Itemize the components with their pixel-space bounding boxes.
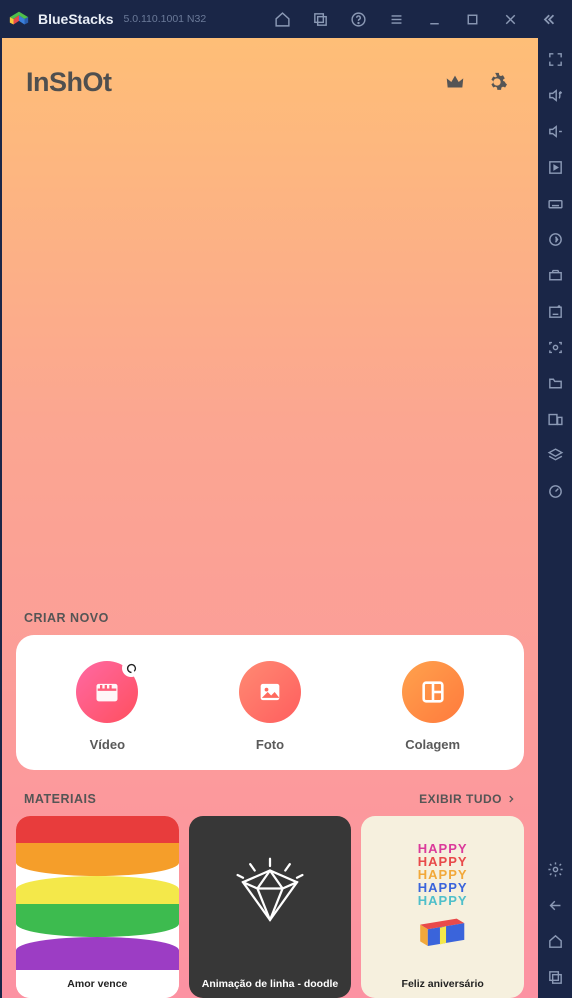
layers-icon[interactable]: [540, 440, 570, 470]
screenshot-icon[interactable]: [540, 332, 570, 362]
create-collage-label: Colagem: [405, 737, 460, 752]
collage-icon: [402, 661, 464, 723]
emulator-titlebar: BlueStacks 5.0.110.1001 N32: [0, 0, 572, 38]
material-preview: [189, 816, 352, 970]
bluestacks-logo-icon: [8, 8, 30, 30]
show-all-label: EXIBIR TUDO: [419, 792, 502, 806]
material-preview: [16, 816, 179, 970]
material-label: Animação de linha - doodle: [189, 970, 352, 998]
app-header: InShOt: [2, 38, 538, 126]
create-video-button[interactable]: Vídeo: [76, 661, 138, 752]
settings-icon[interactable]: [480, 65, 514, 99]
material-card-rainbow[interactable]: Amor vence: [16, 816, 179, 998]
create-video-label: Vídeo: [90, 737, 125, 752]
gear-icon[interactable]: [540, 854, 570, 884]
gift-icon: [412, 911, 474, 949]
badge-dot-icon: [122, 659, 140, 677]
happy-text: HAPPY: [418, 868, 468, 881]
material-label: Amor vence: [16, 970, 179, 998]
create-section-label: CRIAR NOVO: [2, 611, 538, 635]
material-card-birthday[interactable]: HAPPY HAPPY HAPPY HAPPY HAPPY Feliz aniv…: [361, 816, 524, 998]
sync-icon[interactable]: [540, 224, 570, 254]
apk-icon[interactable]: [540, 296, 570, 326]
emulator-sidebar: [538, 38, 572, 998]
folder-icon[interactable]: [540, 368, 570, 398]
happy-text: HAPPY: [418, 881, 468, 894]
nav-recent-icon[interactable]: [540, 962, 570, 992]
video-icon: [76, 661, 138, 723]
show-all-button[interactable]: EXIBIR TUDO: [419, 792, 516, 806]
macro-icon[interactable]: [540, 260, 570, 290]
materials-header: MATERIAIS EXIBIR TUDO: [2, 792, 538, 816]
keyboard-icon[interactable]: [540, 188, 570, 218]
help-icon[interactable]: [342, 3, 374, 35]
close-icon[interactable]: [494, 3, 526, 35]
collapse-sidebar-icon[interactable]: [532, 3, 564, 35]
volume-down-icon[interactable]: [540, 116, 570, 146]
back-icon[interactable]: [540, 890, 570, 920]
materials-section-label: MATERIAIS: [24, 792, 419, 806]
menu-icon[interactable]: [380, 3, 412, 35]
app-logo: InShOt: [26, 67, 112, 98]
volume-up-icon[interactable]: [540, 80, 570, 110]
copy-icon[interactable]: [304, 3, 336, 35]
app-viewport: InShOt CRIAR NOVO Vídeo Foto: [2, 38, 538, 998]
create-card: Vídeo Foto Colagem: [16, 635, 524, 770]
gauge-icon[interactable]: [540, 476, 570, 506]
happy-text: HAPPY: [418, 842, 468, 855]
devices-icon[interactable]: [540, 404, 570, 434]
materials-row: Amor vence Animação de linha - doodle HA…: [2, 816, 538, 998]
maximize-icon[interactable]: [456, 3, 488, 35]
fullscreen-icon[interactable]: [540, 44, 570, 74]
play-square-icon[interactable]: [540, 152, 570, 182]
happy-text: HAPPY: [418, 855, 468, 868]
minimize-icon[interactable]: [418, 3, 450, 35]
diamond-icon: [225, 848, 315, 938]
nav-home-icon[interactable]: [540, 926, 570, 956]
photo-icon: [239, 661, 301, 723]
create-photo-button[interactable]: Foto: [239, 661, 301, 752]
create-photo-label: Foto: [256, 737, 284, 752]
emulator-version: 5.0.110.1001 N32: [123, 13, 206, 25]
chevron-right-icon: [506, 794, 516, 804]
crown-icon[interactable]: [438, 65, 472, 99]
material-preview: HAPPY HAPPY HAPPY HAPPY HAPPY: [361, 816, 524, 970]
emulator-name: BlueStacks: [38, 11, 113, 27]
happy-text: HAPPY: [418, 894, 468, 907]
create-collage-button[interactable]: Colagem: [402, 661, 464, 752]
material-card-doodle[interactable]: Animação de linha - doodle: [189, 816, 352, 998]
home-icon[interactable]: [266, 3, 298, 35]
material-label: Feliz aniversário: [361, 970, 524, 998]
